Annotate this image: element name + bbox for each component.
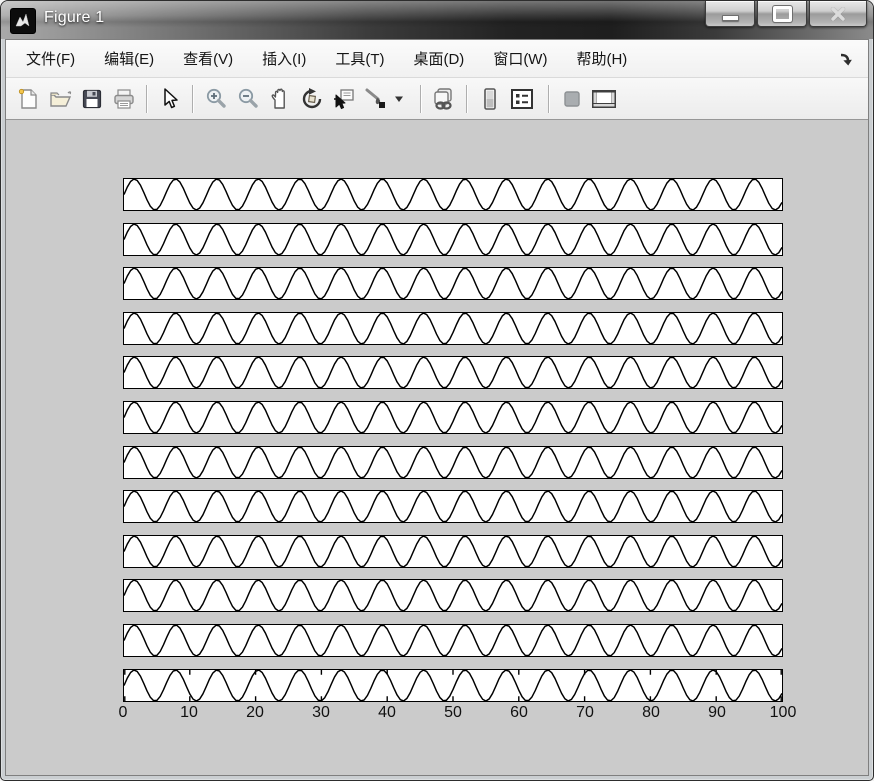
toolbar-separator [466, 85, 468, 113]
zoom-out-button[interactable] [232, 84, 264, 114]
x-tick-label: 90 [708, 704, 726, 722]
figure-canvas: 0 10 20 30 40 50 60 70 80 90 100 [6, 120, 868, 775]
x-tick-label: 10 [180, 704, 198, 722]
data-cursor-icon [332, 87, 356, 111]
subplot-axes-8[interactable] [123, 490, 783, 523]
menu-edit[interactable]: 编辑(E) [104, 48, 154, 69]
menu-window[interactable]: 窗口(W) [493, 48, 547, 69]
print-button[interactable] [108, 84, 140, 114]
link-plot-icon [431, 87, 457, 111]
hide-plot-tools-button[interactable] [556, 84, 588, 114]
matlab-icon [10, 8, 36, 34]
brush-dropdown-button[interactable] [392, 84, 406, 114]
brush-dropdown-icon [394, 95, 404, 103]
zoom-out-icon [236, 87, 260, 111]
menu-insert[interactable]: 插入(I) [262, 48, 306, 69]
subplot-axes-5[interactable] [123, 356, 783, 389]
new-file-button[interactable] [12, 84, 44, 114]
subplot-axes-12[interactable] [123, 669, 783, 702]
x-tick-label: 30 [312, 704, 330, 722]
show-plot-tools-icon [590, 88, 618, 110]
pan-hand-icon [268, 87, 292, 111]
waveform-plot [124, 625, 782, 656]
menu-view[interactable]: 查看(V) [183, 48, 233, 69]
rotate-3d-button[interactable] [296, 84, 328, 114]
subplot-axes-6[interactable] [123, 401, 783, 434]
minimize-icon [722, 15, 739, 21]
minimize-button[interactable] [705, 1, 755, 27]
x-tick-label: 50 [444, 704, 462, 722]
toolbar-separator [420, 85, 422, 113]
show-plot-tools-button[interactable] [588, 84, 620, 114]
waveform-plot [124, 224, 782, 255]
close-button[interactable] [809, 1, 867, 27]
subplot-axes-3[interactable] [123, 267, 783, 300]
hide-plot-tools-icon [562, 89, 582, 109]
waveform-plot [124, 268, 782, 299]
insert-colorbar-button[interactable] [474, 84, 506, 114]
pan-button[interactable] [264, 84, 296, 114]
waveform-plot [124, 179, 782, 210]
x-tick-label: 80 [642, 704, 660, 722]
maximize-icon [773, 6, 792, 22]
toolbar-separator [548, 85, 550, 113]
x-tick-label: 0 [119, 704, 128, 722]
edit-cursor-icon [161, 87, 179, 111]
data-cursor-button[interactable] [328, 84, 360, 114]
x-axis-tick-labels: 0102030405060708090100 [123, 704, 783, 724]
subplot-axes-2[interactable] [123, 223, 783, 256]
x-tick-label: 70 [576, 704, 594, 722]
x-tick-label: 20 [246, 704, 264, 722]
toolbar-separator [146, 85, 148, 113]
menu-desktop[interactable]: 桌面(D) [413, 48, 464, 69]
waveform-plot [124, 447, 782, 478]
brush-button[interactable] [360, 84, 392, 114]
title-bar[interactable]: Figure 1 [1, 1, 873, 39]
subplot-axes-11[interactable] [123, 624, 783, 657]
zoom-in-icon [204, 87, 228, 111]
menu-bar: 文件(F) 编辑(E) 查看(V) 插入(I) 工具(T) 桌面(D) 窗口(W… [6, 40, 868, 78]
print-icon [112, 88, 136, 110]
insert-legend-button[interactable] [506, 84, 538, 114]
figure-toolbar [6, 78, 868, 120]
dock-figure-arrow-icon[interactable] [838, 51, 854, 67]
link-plot-button[interactable] [428, 84, 460, 114]
maximize-button[interactable] [757, 1, 807, 27]
subplot-axes-4[interactable] [123, 312, 783, 345]
waveform-plot [124, 313, 782, 344]
open-file-button[interactable] [44, 84, 76, 114]
waveform-plot [124, 670, 782, 701]
figure-client-area: 文件(F) 编辑(E) 查看(V) 插入(I) 工具(T) 桌面(D) 窗口(W… [5, 39, 869, 776]
figure-window: Figure 1 文件(F) 编辑(E) 查看(V) 插入(I) 工具(T) 桌… [0, 0, 874, 781]
waveform-plot [124, 491, 782, 522]
zoom-in-button[interactable] [200, 84, 232, 114]
insert-legend-icon [510, 88, 534, 110]
new-file-icon [17, 87, 39, 111]
save-button[interactable] [76, 84, 108, 114]
window-title: Figure 1 [44, 9, 104, 27]
x-tick-label: 100 [770, 704, 797, 722]
subplot-axes-9[interactable] [123, 535, 783, 568]
menu-tools[interactable]: 工具(T) [335, 48, 384, 69]
rotate-3d-icon [300, 87, 324, 111]
save-icon [81, 88, 103, 110]
close-icon [830, 7, 846, 21]
waveform-plot [124, 536, 782, 567]
x-tick-label: 40 [378, 704, 396, 722]
brush-icon [364, 87, 388, 111]
edit-plot-button[interactable] [154, 84, 186, 114]
waveform-plot [124, 402, 782, 433]
menu-file[interactable]: 文件(F) [26, 48, 75, 69]
menu-help[interactable]: 帮助(H) [576, 48, 627, 69]
subplot-axes-7[interactable] [123, 446, 783, 479]
x-tick-label: 60 [510, 704, 528, 722]
waveform-plot [124, 580, 782, 611]
waveform-plot [124, 357, 782, 388]
insert-colorbar-icon [482, 87, 498, 111]
toolbar-separator [192, 85, 194, 113]
subplot-grid [123, 178, 783, 702]
subplot-axes-1[interactable] [123, 178, 783, 211]
subplot-axes-10[interactable] [123, 579, 783, 612]
open-file-icon [48, 88, 72, 110]
